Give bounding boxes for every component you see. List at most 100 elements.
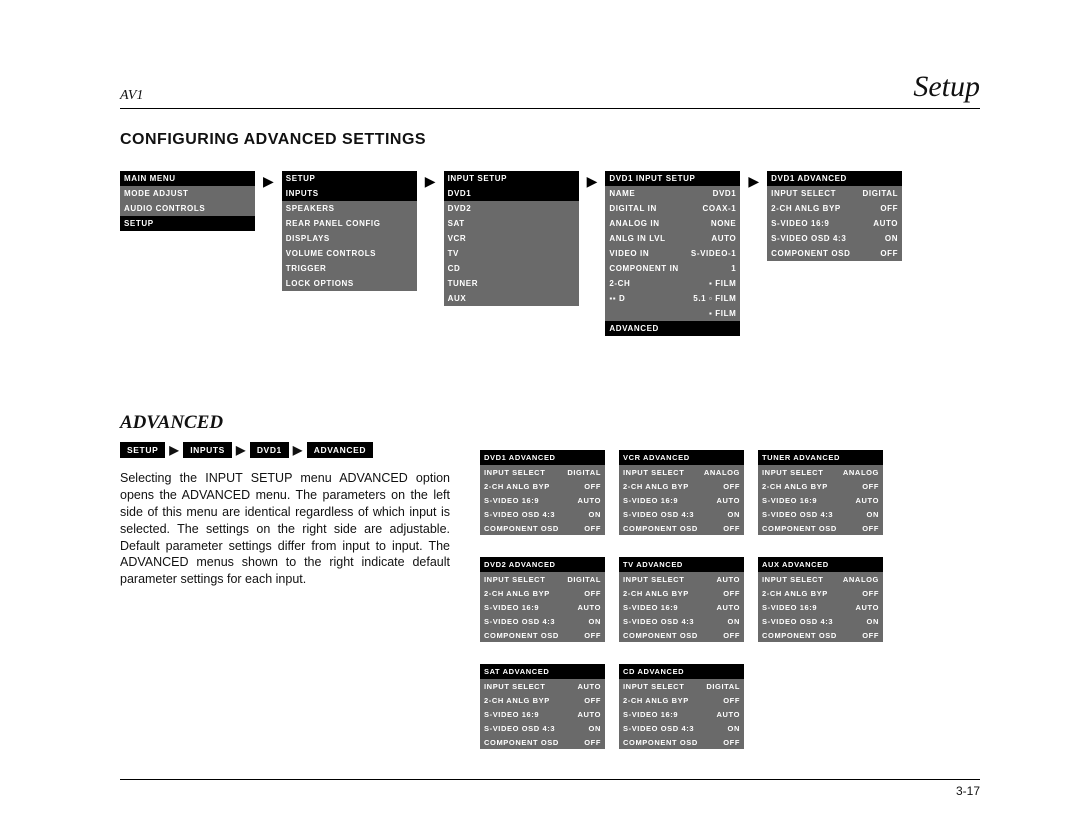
menu-box: DVD1 ADVANCEDINPUT SELECTDIGITAL2-CH ANL… bbox=[767, 171, 902, 261]
menu-title: DVD1 INPUT SETUP bbox=[605, 171, 740, 186]
advanced-menu-row: COMPONENT OSDOFF bbox=[758, 521, 883, 535]
breadcrumb-item: SETUP bbox=[120, 442, 165, 458]
menu-item: INPUTS bbox=[282, 186, 417, 201]
menu-item: VCR bbox=[444, 231, 579, 246]
page: { "header": { "model": "AV1", "section":… bbox=[0, 0, 1080, 834]
advanced-menu-box: VCR ADVANCEDINPUT SELECTANALOG2-CH ANLG … bbox=[619, 450, 744, 535]
advanced-menu-title: CD ADVANCED bbox=[619, 664, 744, 679]
menu-item: TUNER bbox=[444, 276, 579, 291]
advanced-menu-box: DVD1 ADVANCEDINPUT SELECTDIGITAL2-CH ANL… bbox=[480, 450, 605, 535]
menu-item: VIDEO INS-VIDEO-1 bbox=[605, 246, 740, 261]
menu-item: 2-CH▪ FILM bbox=[605, 276, 740, 291]
advanced-menu-row: COMPONENT OSDOFF bbox=[619, 735, 744, 749]
menu-item: SAT bbox=[444, 216, 579, 231]
menu-item: COMPONENT IN1 bbox=[605, 261, 740, 276]
advanced-menu-row: COMPONENT OSDOFF bbox=[758, 628, 883, 642]
breadcrumb-item: ADVANCED bbox=[307, 442, 373, 458]
menu-item: DISPLAYS bbox=[282, 231, 417, 246]
advanced-menus-grid: DVD1 ADVANCEDINPUT SELECTDIGITAL2-CH ANL… bbox=[480, 450, 883, 749]
advanced-menu-row: 2-CH ANLG BYPOFF bbox=[619, 586, 744, 600]
advanced-menu-row: S-VIDEO 16:9AUTO bbox=[619, 493, 744, 507]
advanced-menu-row: S-VIDEO OSD 4:3ON bbox=[619, 721, 744, 735]
arrow-icon: ▶ bbox=[261, 173, 276, 190]
menu-item: CD bbox=[444, 261, 579, 276]
advanced-menu-row: COMPONENT OSDOFF bbox=[619, 521, 744, 535]
advanced-menu-row: COMPONENT OSDOFF bbox=[480, 521, 605, 535]
menu-item: SETUP bbox=[120, 216, 255, 231]
menu-title: SETUP bbox=[282, 171, 417, 186]
advanced-menu-row: S-VIDEO OSD 4:3ON bbox=[758, 507, 883, 521]
menu-item: DIGITAL INCOAX-1 bbox=[605, 201, 740, 216]
advanced-menu-box: AUX ADVANCEDINPUT SELECTANALOG2-CH ANLG … bbox=[758, 557, 883, 642]
advanced-menu-row: S-VIDEO OSD 4:3ON bbox=[480, 507, 605, 521]
advanced-menu-title: AUX ADVANCED bbox=[758, 557, 883, 572]
arrow-icon: ▶ bbox=[423, 173, 438, 190]
advanced-menu-title: VCR ADVANCED bbox=[619, 450, 744, 465]
breadcrumb-item: DVD1 bbox=[250, 442, 289, 458]
advanced-menu-row: INPUT SELECTDIGITAL bbox=[480, 465, 605, 479]
arrow-icon: ▶ bbox=[169, 443, 179, 457]
menu-item: ANLG IN LVLAUTO bbox=[605, 231, 740, 246]
menu-item: ADVANCED bbox=[605, 321, 740, 336]
advanced-menu-row: S-VIDEO OSD 4:3ON bbox=[619, 507, 744, 521]
advanced-menu-row: COMPONENT OSDOFF bbox=[480, 628, 605, 642]
footer: 3-17 bbox=[120, 779, 980, 798]
advanced-menu-row: S-VIDEO 16:9AUTO bbox=[758, 493, 883, 507]
advanced-menu-row: INPUT SELECTANALOG bbox=[619, 465, 744, 479]
menu-item: REAR PANEL CONFIG bbox=[282, 216, 417, 231]
arrow-icon: ▶ bbox=[236, 443, 246, 457]
menu-box: MAIN MENUMODE ADJUSTAUDIO CONTROLSSETUP bbox=[120, 171, 255, 231]
menu-box: DVD1 INPUT SETUPNAMEDVD1DIGITAL INCOAX-1… bbox=[605, 171, 740, 336]
section-label: Setup bbox=[913, 70, 980, 104]
menu-item: VOLUME CONTROLS bbox=[282, 246, 417, 261]
menu-item: ▪ FILM bbox=[605, 306, 740, 321]
advanced-menu-row: 2-CH ANLG BYPOFF bbox=[619, 693, 744, 707]
advanced-menu-row: COMPONENT OSDOFF bbox=[619, 628, 744, 642]
menu-item: AUDIO CONTROLS bbox=[120, 201, 255, 216]
advanced-menu-box: TUNER ADVANCEDINPUT SELECTANALOG2-CH ANL… bbox=[758, 450, 883, 535]
subheading: ADVANCED bbox=[120, 412, 980, 434]
menu-item: LOCK OPTIONS bbox=[282, 276, 417, 291]
header-rule: AV1 Setup bbox=[120, 70, 980, 109]
advanced-menu-title: SAT ADVANCED bbox=[480, 664, 605, 679]
menu-item: INPUT SELECTDIGITAL bbox=[767, 186, 902, 201]
advanced-menu-row: 2-CH ANLG BYPOFF bbox=[758, 479, 883, 493]
advanced-menu-row: 2-CH ANLG BYPOFF bbox=[758, 586, 883, 600]
advanced-menu-row: S-VIDEO OSD 4:3ON bbox=[480, 614, 605, 628]
advanced-menu-row: S-VIDEO OSD 4:3ON bbox=[619, 614, 744, 628]
advanced-menu-row: COMPONENT OSDOFF bbox=[480, 735, 605, 749]
menu-item: MODE ADJUST bbox=[120, 186, 255, 201]
menu-item: NAMEDVD1 bbox=[605, 186, 740, 201]
description-paragraph: Selecting the INPUT SETUP menu ADVANCED … bbox=[120, 470, 450, 749]
advanced-menu-box: CD ADVANCEDINPUT SELECTDIGITAL2-CH ANLG … bbox=[619, 664, 744, 749]
menu-item: AUX bbox=[444, 291, 579, 306]
menu-item: TV bbox=[444, 246, 579, 261]
advanced-menu-row: S-VIDEO 16:9AUTO bbox=[480, 600, 605, 614]
advanced-menu-box: SAT ADVANCEDINPUT SELECTAUTO2-CH ANLG BY… bbox=[480, 664, 605, 749]
advanced-menu-row: 2-CH ANLG BYPOFF bbox=[480, 479, 605, 493]
menu-item: TRIGGER bbox=[282, 261, 417, 276]
advanced-menu-row: INPUT SELECTANALOG bbox=[758, 572, 883, 586]
advanced-menu-row: INPUT SELECTAUTO bbox=[480, 679, 605, 693]
breadcrumb-item: INPUTS bbox=[183, 442, 232, 458]
body-row: Selecting the INPUT SETUP menu ADVANCED … bbox=[120, 470, 980, 749]
menu-title: MAIN MENU bbox=[120, 171, 255, 186]
menu-box: SETUPINPUTSSPEAKERSREAR PANEL CONFIGDISP… bbox=[282, 171, 417, 291]
menu-item: S-VIDEO 16:9AUTO bbox=[767, 216, 902, 231]
advanced-menu-title: DVD1 ADVANCED bbox=[480, 450, 605, 465]
advanced-menu-row: INPUT SELECTDIGITAL bbox=[619, 679, 744, 693]
menu-item: DVD2 bbox=[444, 201, 579, 216]
advanced-menu-title: DVD2 ADVANCED bbox=[480, 557, 605, 572]
advanced-menu-row: 2-CH ANLG BYPOFF bbox=[480, 693, 605, 707]
menu-title: INPUT SETUP bbox=[444, 171, 579, 186]
advanced-menu-row: S-VIDEO 16:9AUTO bbox=[480, 493, 605, 507]
advanced-menu-row: 2-CH ANLG BYPOFF bbox=[619, 479, 744, 493]
advanced-menu-row: INPUT SELECTANALOG bbox=[758, 465, 883, 479]
advanced-menu-row: S-VIDEO 16:9AUTO bbox=[480, 707, 605, 721]
advanced-menu-row: S-VIDEO 16:9AUTO bbox=[619, 600, 744, 614]
advanced-menu-title: TV ADVANCED bbox=[619, 557, 744, 572]
model-label: AV1 bbox=[120, 88, 143, 104]
advanced-menu-row: S-VIDEO 16:9AUTO bbox=[758, 600, 883, 614]
arrow-icon: ▶ bbox=[293, 443, 303, 457]
advanced-menu-row: INPUT SELECTAUTO bbox=[619, 572, 744, 586]
